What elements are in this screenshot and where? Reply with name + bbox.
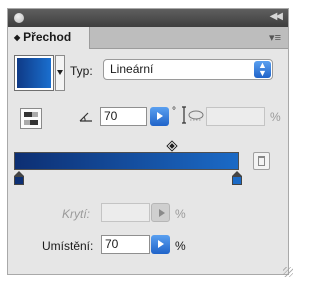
angle-stepper-button[interactable] (150, 107, 169, 126)
location-unit: % (175, 239, 186, 253)
gradient-swatch-fill (17, 58, 51, 88)
tab-row: ◆ Přechod ▾≡ (8, 27, 288, 49)
color-stop-swatch (14, 176, 24, 185)
angle-input[interactable]: 70 (100, 107, 147, 126)
aspect-ratio-icon (182, 106, 204, 124)
tab-gradient[interactable]: ◆ Přechod (8, 27, 90, 49)
reverse-icon-part (30, 120, 38, 125)
swatch-dropdown-button[interactable] (55, 55, 65, 91)
aspect-ratio-input[interactable] (206, 107, 265, 126)
gradient-slider[interactable] (14, 152, 239, 170)
color-stop-left[interactable] (13, 171, 25, 185)
panel-titlebar[interactable]: ◀◀ (8, 9, 288, 27)
location-label: Umístění: (42, 239, 94, 253)
angle-icon (79, 112, 92, 122)
opacity-unit: % (175, 207, 186, 221)
aspect-ratio-unit: % (270, 110, 281, 124)
color-stop-right[interactable] (231, 171, 243, 185)
reverse-icon-part (32, 112, 38, 117)
opacity-input (101, 203, 150, 222)
tab-arrows-icon: ◆ (14, 33, 21, 42)
gradient-swatch[interactable] (14, 55, 54, 91)
location-input[interactable]: 70 (101, 235, 150, 254)
tab-gradient-label: Přechod (23, 30, 72, 44)
trash-icon[interactable] (253, 152, 270, 170)
color-stop-swatch (232, 176, 242, 185)
close-icon[interactable] (14, 13, 24, 23)
type-label: Typ: (70, 64, 93, 78)
type-select-value: Lineární (110, 62, 154, 76)
chevron-updown-icon: ▲ ▼ (254, 61, 271, 78)
reverse-icon (24, 112, 32, 117)
opacity-stepper-button (151, 203, 170, 222)
collapse-icon[interactable]: ◀◀ (270, 11, 283, 22)
resize-grip-icon[interactable] (283, 267, 293, 277)
location-stepper-button[interactable] (151, 235, 170, 254)
degree-unit: ° (172, 106, 176, 117)
type-select[interactable]: Lineární ▲ ▼ (103, 59, 273, 80)
reverse-gradient-button[interactable] (20, 108, 42, 129)
opacity-label: Krytí: (62, 207, 91, 221)
panel-menu-icon[interactable]: ▾≡ (269, 31, 281, 44)
